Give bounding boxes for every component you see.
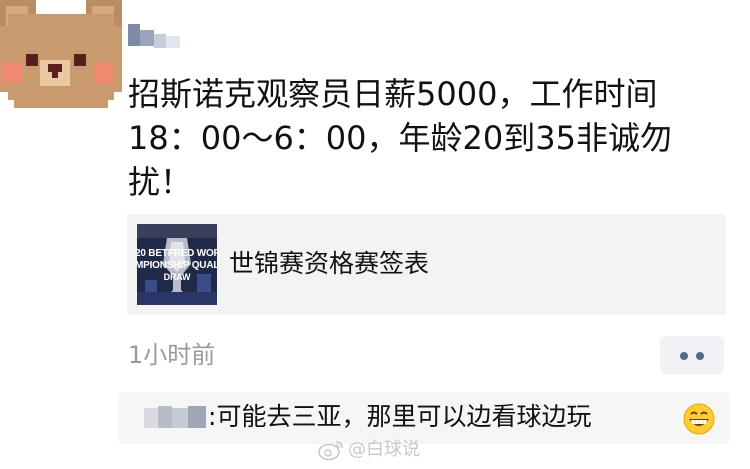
shared-link-card[interactable]: 20 BETFRED WOR MPIONSHIP QUAL DRAW 世锦赛资格…: [127, 214, 726, 315]
thumb-line-1: 20 BETFRED WOR: [137, 248, 217, 259]
more-dots-icon: [680, 352, 688, 360]
pixel-bear-avatar-icon: [0, 0, 122, 108]
comment-area: :可能去三亚，那里可以边看球边玩: [118, 392, 730, 444]
link-title: 世锦赛资格赛签表: [229, 249, 430, 278]
more-actions-button[interactable]: [660, 336, 724, 374]
watermark-text: @白球说: [348, 439, 420, 460]
thumb-line-2: MPIONSHIP QUAL: [137, 260, 217, 271]
comment-author-blurred[interactable]: [144, 406, 212, 430]
more-dots-icon: [696, 352, 704, 360]
thumb-line-3: DRAW: [163, 272, 191, 282]
grinning-face-icon: [683, 403, 715, 435]
author-name-blurred[interactable]: [128, 22, 192, 52]
comment-body: :可能去三亚，那里可以边看球边玩: [208, 401, 591, 433]
user-avatar[interactable]: [0, 0, 122, 108]
weibo-logo-icon: [318, 441, 343, 461]
comment-text: 可能去三亚，那里可以边看球边玩: [216, 402, 592, 431]
link-thumbnail: 20 BETFRED WOR MPIONSHIP QUAL DRAW: [137, 224, 217, 305]
post-text: 招斯诺克观察员日薪5000，工作时间 18：00～6：00，年龄20到35非诚勿…: [128, 75, 672, 201]
post-timestamp: 1小时前: [128, 341, 216, 369]
